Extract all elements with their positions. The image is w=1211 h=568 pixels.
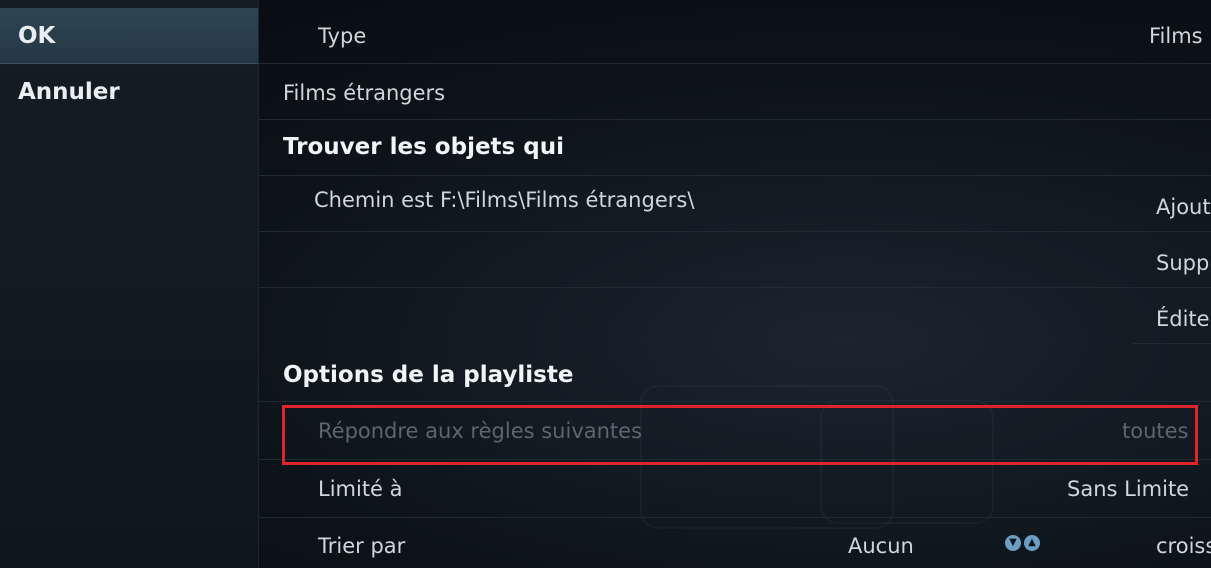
- left-panel: OK Annuler: [0, 0, 259, 568]
- sort-order-value[interactable]: croiss: [1156, 534, 1211, 558]
- rule-row-empty: [259, 232, 1132, 288]
- rules-header: Trouver les objets qui: [283, 134, 564, 160]
- edit-rule-label: Éditer: [1156, 307, 1211, 331]
- playlist-name-value: Films étrangers: [283, 81, 446, 105]
- playlist-options-header-row: Options de la playliste: [259, 344, 1211, 402]
- cancel-button[interactable]: Annuler: [0, 64, 258, 120]
- arrow-down-icon[interactable]: ▼: [1005, 535, 1021, 551]
- main-panel: Type Films Films étrangers Trouver les o…: [259, 0, 1211, 568]
- ok-button[interactable]: OK: [0, 8, 258, 64]
- limit-label: Limité à: [318, 477, 403, 501]
- type-label: Type: [318, 24, 367, 48]
- sort-row[interactable]: Trier par Aucun croiss: [259, 518, 1211, 568]
- playlist-options-header: Options de la playliste: [283, 362, 574, 388]
- edit-rule-button[interactable]: Éditer: [1132, 288, 1211, 344]
- rule-row[interactable]: Chemin est F:\Films\Films étrangers\: [259, 176, 1132, 232]
- type-row[interactable]: Type Films: [259, 8, 1211, 64]
- sort-direction-controls: ▼ ▲: [1005, 535, 1045, 553]
- limit-row[interactable]: Limité à Sans Limite: [259, 460, 1211, 518]
- sort-label: Trier par: [318, 534, 406, 558]
- limit-value: Sans Limite: [1067, 477, 1190, 501]
- arrow-up-icon[interactable]: ▲: [1024, 535, 1040, 551]
- delete-rule-label: Suppr: [1156, 251, 1211, 275]
- cancel-label: Annuler: [18, 79, 120, 105]
- playlist-name-row[interactable]: Films étrangers: [259, 64, 1211, 120]
- add-rule-button[interactable]: Ajout: [1132, 176, 1211, 232]
- ok-label: OK: [18, 23, 56, 49]
- type-value: Films: [1149, 24, 1203, 48]
- add-rule-label: Ajout: [1156, 195, 1211, 219]
- highlight-annotation: [282, 405, 1198, 465]
- rule-text: Chemin est F:\Films\Films étrangers\: [314, 188, 695, 212]
- rules-header-row: Trouver les objets qui: [259, 120, 1211, 176]
- sort-value: Aucun: [848, 534, 914, 558]
- delete-rule-button[interactable]: Suppr: [1132, 232, 1211, 288]
- smart-playlist-editor: OK Annuler Type Films Films étrangers Tr…: [0, 0, 1211, 568]
